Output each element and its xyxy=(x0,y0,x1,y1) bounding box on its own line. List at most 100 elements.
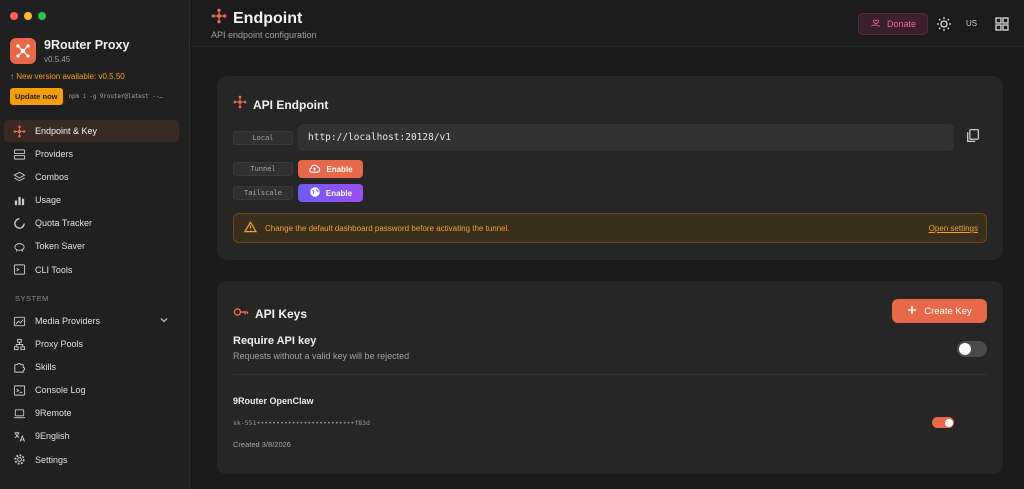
sidebar-item-console-log[interactable]: Console Log xyxy=(4,379,179,401)
sidebar-item-combos[interactable]: Combos xyxy=(4,166,179,188)
heart-hand-icon xyxy=(870,17,882,31)
tunnel-warning: Change the default dashboard password be… xyxy=(233,213,987,243)
warning-icon xyxy=(243,221,258,235)
sidebar-item-label: Proxy Pools xyxy=(35,339,84,350)
sidebar-item-token-saver[interactable]: Token Saver xyxy=(4,235,179,257)
window-controls xyxy=(10,12,46,20)
chevron-down-icon[interactable] xyxy=(159,315,169,327)
endpoint-icon xyxy=(211,8,227,29)
system-nav: Media Providers Proxy Pools Skills Conso… xyxy=(4,310,179,472)
require-api-key-toggle[interactable] xyxy=(957,341,987,357)
copy-icon[interactable] xyxy=(965,128,981,144)
bar-chart-icon xyxy=(12,193,26,207)
sidebar-item-label: Quota Tracker xyxy=(35,218,93,229)
page-title: Endpoint xyxy=(233,9,303,27)
tailscale-label: Tailscale xyxy=(233,186,293,200)
gear-icon xyxy=(12,453,26,467)
local-url-field[interactable]: http://localhost:20128/v1 xyxy=(298,124,954,151)
sidebar-item-endpoint-key[interactable]: Endpoint & Key xyxy=(4,120,179,142)
cloud-upload-icon xyxy=(308,163,321,176)
sidebar-item-label: Providers xyxy=(35,149,74,160)
require-api-key-title: Require API key xyxy=(233,335,317,347)
tunnel-label: Tunnel xyxy=(233,162,293,176)
globe-icon xyxy=(309,186,321,200)
laptop-icon xyxy=(12,406,26,420)
sidebar-item-label: Settings xyxy=(35,454,68,465)
page-subtitle: API endpoint configuration xyxy=(211,30,317,40)
card-title: API Endpoint xyxy=(253,97,329,112)
sidebar-item-settings[interactable]: Settings xyxy=(4,449,179,471)
terminal-icon xyxy=(12,263,26,277)
page-header: Endpoint API endpoint configuration Dona… xyxy=(191,0,1024,47)
logo-icon xyxy=(10,38,36,64)
api-keys-card: API Keys Create Key Require API key Requ… xyxy=(217,281,1003,474)
piggy-bank-icon xyxy=(12,239,26,253)
sidebar-item-skills[interactable]: Skills xyxy=(4,356,179,378)
toggle-knob xyxy=(959,343,971,355)
sidebar-item-label: Media Providers xyxy=(35,316,101,326)
local-label: Local xyxy=(233,131,293,145)
donate-label: Donate xyxy=(886,19,917,29)
api-key-created: Created 3/8/2026 xyxy=(233,440,291,449)
maximize-window-button[interactable] xyxy=(38,12,46,20)
sidebar-item-usage[interactable]: Usage xyxy=(4,189,179,211)
update-command[interactable]: npm i -g 9router@latest --… xyxy=(69,94,163,100)
warning-text: Change the default dashboard password be… xyxy=(265,223,510,233)
open-settings-link[interactable]: Open settings xyxy=(929,224,978,233)
app-title: 9Router Proxy xyxy=(44,38,130,52)
sidebar-item-label: Combos xyxy=(35,172,69,183)
sidebar-item-label: Usage xyxy=(35,195,62,206)
main-nav: Endpoint & Key Providers Combos Usage Qu… xyxy=(4,120,179,282)
create-key-label: Create Key xyxy=(924,305,972,317)
close-window-button[interactable] xyxy=(10,12,18,20)
system-section-label: SYSTEM xyxy=(15,294,49,303)
sidebar-item-9english[interactable]: 9English xyxy=(4,425,179,447)
api-key-value[interactable]: sk-551•••••••••••••••••••••••••f83d xyxy=(233,419,370,427)
endpoint-icon xyxy=(233,95,247,114)
grid-icon[interactable] xyxy=(993,15,1011,33)
tunnel-enable-label: Enable xyxy=(326,164,353,174)
translate-icon xyxy=(12,429,26,443)
api-key-active-toggle[interactable] xyxy=(932,417,954,428)
console-icon xyxy=(12,383,26,397)
layers-icon xyxy=(12,170,26,184)
app-version: v0.5.45 xyxy=(44,55,71,64)
gauge-icon xyxy=(12,216,26,230)
divider xyxy=(233,374,987,375)
sun-icon[interactable] xyxy=(935,15,953,33)
sidebar-item-label: CLI Tools xyxy=(35,264,73,275)
sidebar-item-cli-tools[interactable]: CLI Tools xyxy=(4,259,179,281)
update-now-button[interactable]: Update now xyxy=(10,88,63,105)
sidebar-item-label: Console Log xyxy=(35,385,86,396)
sidebar-item-label: 9English xyxy=(35,431,70,442)
key-icon xyxy=(233,305,249,323)
media-icon xyxy=(12,314,26,328)
sidebar-item-providers[interactable]: Providers xyxy=(4,143,179,165)
puzzle-icon xyxy=(12,360,26,374)
plus-icon xyxy=(907,305,917,318)
network-icon xyxy=(12,337,26,351)
donate-button[interactable]: Donate xyxy=(858,13,928,35)
create-key-button[interactable]: Create Key xyxy=(892,299,987,323)
sidebar-item-9remote[interactable]: 9Remote xyxy=(4,402,179,424)
update-notice: ↑ New version available: v0.5.50 xyxy=(10,72,125,81)
sidebar-item-quota-tracker[interactable]: Quota Tracker xyxy=(4,212,179,234)
tailscale-enable-label: Enable xyxy=(325,188,353,198)
sidebar: 9Router Proxy v0.5.45 ↑ New version avai… xyxy=(0,0,190,489)
tunnel-enable-button[interactable]: Enable xyxy=(298,160,363,178)
sidebar-item-label: Endpoint & Key xyxy=(35,126,98,136)
brand: 9Router Proxy v0.5.45 xyxy=(10,38,129,64)
sidebar-item-label: Skills xyxy=(35,362,57,373)
endpoint-icon xyxy=(12,124,26,138)
tailscale-enable-button[interactable]: Enable xyxy=(298,184,363,202)
sidebar-item-proxy-pools[interactable]: Proxy Pools xyxy=(4,333,179,355)
sidebar-item-label: Token Saver xyxy=(35,241,86,252)
sidebar-item-label: 9Remote xyxy=(35,408,72,419)
require-api-key-description: Requests without a valid key will be rej… xyxy=(233,351,410,361)
sidebar-item-media-providers[interactable]: Media Providers xyxy=(4,310,179,332)
card-title: API Keys xyxy=(255,307,308,321)
server-icon xyxy=(12,147,26,161)
minimize-window-button[interactable] xyxy=(24,12,32,20)
toggle-knob xyxy=(944,418,953,427)
language-selector[interactable]: US xyxy=(966,19,977,28)
